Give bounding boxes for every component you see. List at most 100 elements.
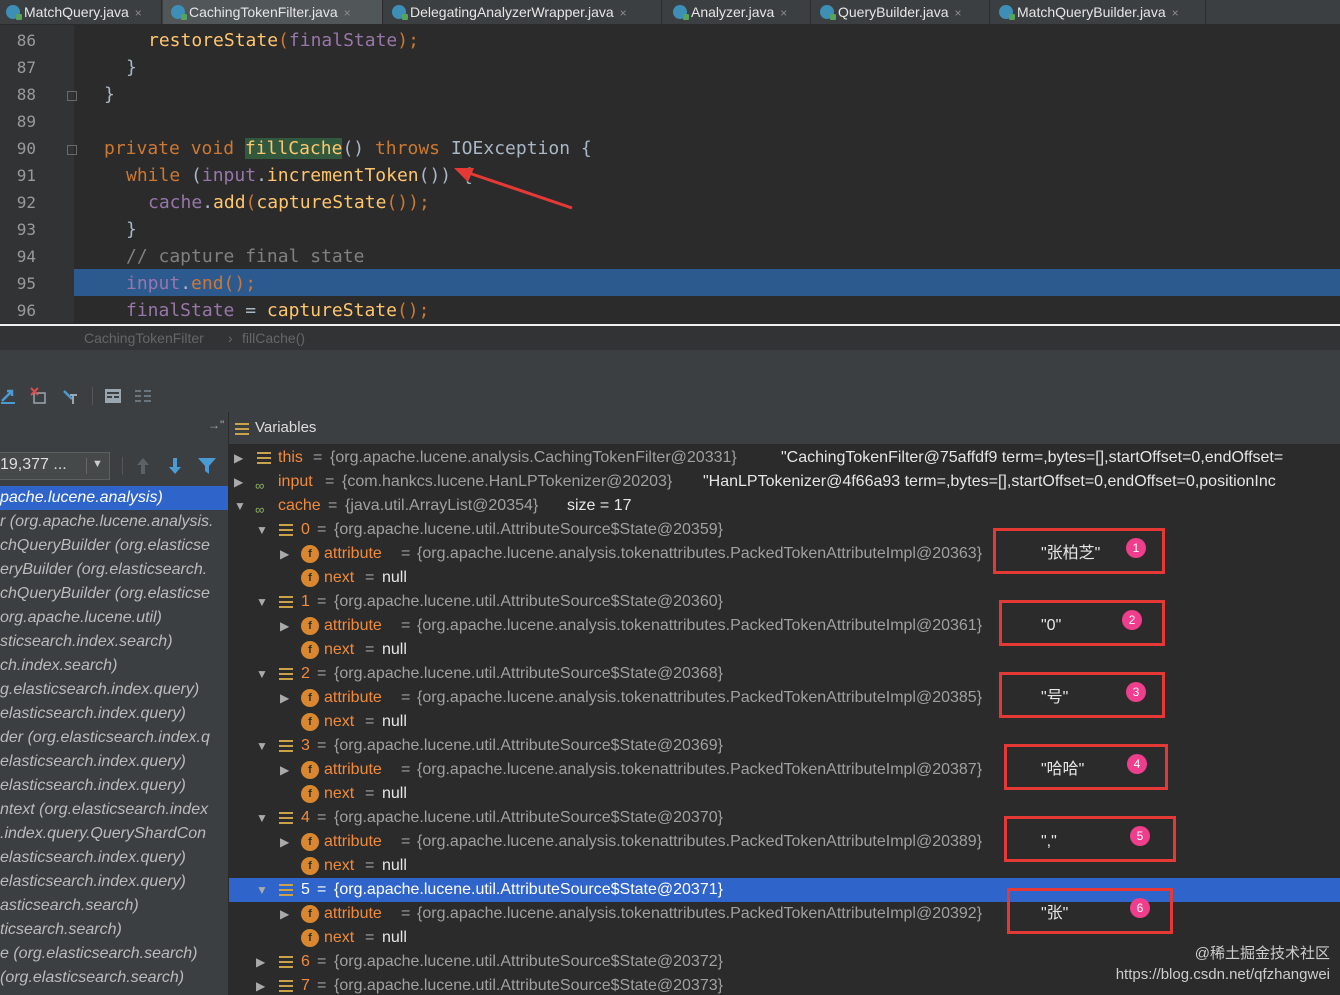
stack-frame[interactable]: der (org.elasticsearch.index.q [0, 726, 228, 750]
variable-row[interactable]: ▼ 5 = {org.apache.lucene.util.AttributeSour… [229, 878, 1340, 902]
variable-row[interactable]: ▶ f attribute = {org.apache.lucene.analysis.… [229, 758, 1340, 782]
breadcrumb-class[interactable]: CachingTokenFilter [84, 326, 204, 350]
variable-row[interactable]: f next = null [229, 566, 1340, 590]
current-execution-line [74, 269, 1340, 296]
drop-frame-icon[interactable] [30, 387, 48, 405]
variable-row[interactable]: f next = null [229, 710, 1340, 734]
stack-frame[interactable]: r (org.apache.lucene.analysis. [0, 510, 228, 534]
variable-row[interactable]: ▼ 0 = {org.apache.lucene.util.AttributeSour… [229, 518, 1340, 542]
thread-selector[interactable]: 19,377 ... ▼ [0, 452, 110, 480]
stack-frame[interactable]: org.apache.lucene.util) [0, 606, 228, 630]
fold-marker-icon[interactable] [67, 91, 77, 101]
code-token: . [256, 165, 267, 186]
breadcrumb-method[interactable]: fillCache() [242, 326, 305, 350]
variable-row[interactable]: ▼ ∞ cache = {java.util.ArrayList@20354} size … [229, 494, 1340, 518]
collapse-arrow-icon[interactable]: ▼ [256, 518, 268, 542]
expand-arrow-icon[interactable]: ▶ [280, 614, 289, 638]
stack-frame[interactable]: eryBuilder (org.elasticsearch. [0, 558, 228, 582]
field-type: {org.apache.lucene.analysis.tokenattribu… [417, 689, 983, 706]
variable-row[interactable]: ▶ this = {org.apache.lucene.analysis.Cachin… [229, 446, 1340, 470]
trace-icon[interactable] [134, 387, 152, 405]
step-out-icon[interactable] [0, 387, 18, 405]
collapse-arrow-icon[interactable]: ▼ [256, 734, 268, 758]
variable-row[interactable]: ▶ f attribute = {org.apache.lucene.analysis.… [229, 686, 1340, 710]
variable-row[interactable]: ▶ f attribute = {org.apache.lucene.analysis.… [229, 902, 1340, 926]
expand-arrow-icon[interactable]: ▶ [280, 686, 289, 710]
variable-row[interactable]: ▼ 2 = {org.apache.lucene.util.AttributeSour… [229, 662, 1340, 686]
tab-label: Analyzer.java [691, 4, 775, 20]
close-icon[interactable]: × [780, 6, 787, 20]
close-icon[interactable]: × [1172, 6, 1179, 20]
variable-row[interactable]: ▼ 3 = {org.apache.lucene.util.AttributeSour… [229, 734, 1340, 758]
variable-row[interactable]: ▶ ∞ input = {com.hankcs.lucene.HanLPTokenize… [229, 470, 1340, 494]
variable-name: input [278, 473, 313, 490]
close-icon[interactable]: × [620, 6, 627, 20]
stack-frame[interactable]: chQueryBuilder (org.elasticse [0, 582, 228, 606]
code-token: ()); [386, 192, 430, 213]
stack-frame[interactable]: elasticsearch.index.query) [0, 750, 228, 774]
equals-sign: = [365, 929, 375, 946]
chevron-down-icon[interactable]: ▼ [92, 458, 103, 470]
stack-frame[interactable]: sticsearch.index.search) [0, 630, 228, 654]
stack-frame[interactable]: ntext (org.elasticsearch.index [0, 798, 228, 822]
variable-row[interactable]: f next = null [229, 638, 1340, 662]
collapse-arrow-icon[interactable]: ▼ [256, 590, 268, 614]
expand-arrow-icon[interactable]: ▶ [280, 542, 289, 566]
stack-frame[interactable]: g.elasticsearch.index.query) [0, 678, 228, 702]
collapse-arrow-icon[interactable]: ▼ [256, 878, 268, 902]
close-icon[interactable]: × [955, 6, 962, 20]
tab-caching-token-filter[interactable]: CachingTokenFilter.java × [163, 0, 383, 24]
expand-arrow-icon[interactable]: ▶ [280, 902, 289, 926]
stack-frame[interactable]: elasticsearch.index.query) [0, 702, 228, 726]
expand-arrow-icon[interactable]: ▶ [234, 470, 243, 494]
collapse-arrow-icon[interactable]: ▼ [256, 806, 268, 830]
variable-row[interactable]: ▶ f attribute = {org.apache.lucene.analysis.… [229, 542, 1340, 566]
tab-label: CachingTokenFilter.java [189, 4, 338, 20]
restore-layout-icon[interactable]: →" [208, 418, 224, 432]
fold-marker-icon[interactable] [67, 145, 77, 155]
arrow-down-icon[interactable] [166, 456, 184, 476]
editor-tab-bar: MatchQuery.java × CachingTokenFilter.java… [0, 0, 1340, 25]
field-name: next [324, 713, 355, 730]
element-type: {org.apache.lucene.util.AttributeSource$… [334, 737, 723, 754]
stack-frame[interactable]: asticsearch.search) [0, 894, 228, 918]
run-to-cursor-icon[interactable] [62, 387, 80, 405]
tab-match-query-builder[interactable]: MatchQueryBuilder.java × [991, 0, 1206, 24]
code-token: = [245, 300, 257, 321]
filter-icon[interactable] [197, 456, 217, 476]
code-editor[interactable]: 86 87 88 89 90 91 92 93 94 95 96 restore… [0, 25, 1340, 323]
close-icon[interactable]: × [135, 6, 142, 20]
expand-arrow-icon[interactable]: ▶ [280, 830, 289, 854]
variable-row[interactable]: ▶ f attribute = {org.apache.lucene.analysis.… [229, 614, 1340, 638]
expand-arrow-icon[interactable]: ▶ [256, 974, 265, 995]
tab-analyzer[interactable]: Analyzer.java × [663, 0, 811, 24]
debug-toolbar [0, 380, 1340, 413]
stack-frame[interactable]: .index.query.QueryShardCon [0, 822, 228, 846]
equals-sign: = [317, 881, 327, 898]
collapse-arrow-icon[interactable]: ▼ [256, 662, 268, 686]
arrow-up-icon[interactable] [134, 456, 152, 476]
stack-frame[interactable]: ch.index.search) [0, 654, 228, 678]
highlighted-method-name: fillCache [244, 138, 343, 159]
equals-sign: = [317, 593, 327, 610]
expand-arrow-icon[interactable]: ▶ [234, 446, 243, 470]
stack-frame[interactable]: chQueryBuilder (org.elasticse [0, 534, 228, 558]
close-icon[interactable]: × [344, 6, 351, 20]
expand-arrow-icon[interactable]: ▶ [256, 950, 265, 974]
field-icon: f [301, 785, 319, 803]
expand-arrow-icon[interactable]: ▶ [280, 758, 289, 782]
variable-row[interactable]: ▼ 1 = {org.apache.lucene.util.AttributeSour… [229, 590, 1340, 614]
tab-query-builder[interactable]: QueryBuilder.java × [812, 0, 990, 24]
tab-match-query[interactable]: MatchQuery.java × [0, 0, 162, 24]
collapse-arrow-icon[interactable]: ▼ [234, 494, 246, 518]
variable-row[interactable]: f next = null [229, 782, 1340, 806]
stack-frame[interactable]: ticsearch.search) [0, 918, 228, 942]
stack-frame[interactable]: elasticsearch.index.query) [0, 870, 228, 894]
tab-delegating-analyzer-wrapper[interactable]: DelegatingAnalyzerWrapper.java × [384, 0, 662, 24]
stack-frame[interactable]: elasticsearch.index.query) [0, 846, 228, 870]
stack-frame[interactable]: elasticsearch.index.query) [0, 774, 228, 798]
stack-frame[interactable]: (org.elasticsearch.search) [0, 966, 228, 990]
evaluate-expression-icon[interactable] [104, 387, 122, 405]
stack-frame[interactable]: pache.lucene.analysis) [0, 486, 228, 510]
stack-frame[interactable]: e (org.elasticsearch.search) [0, 942, 228, 966]
